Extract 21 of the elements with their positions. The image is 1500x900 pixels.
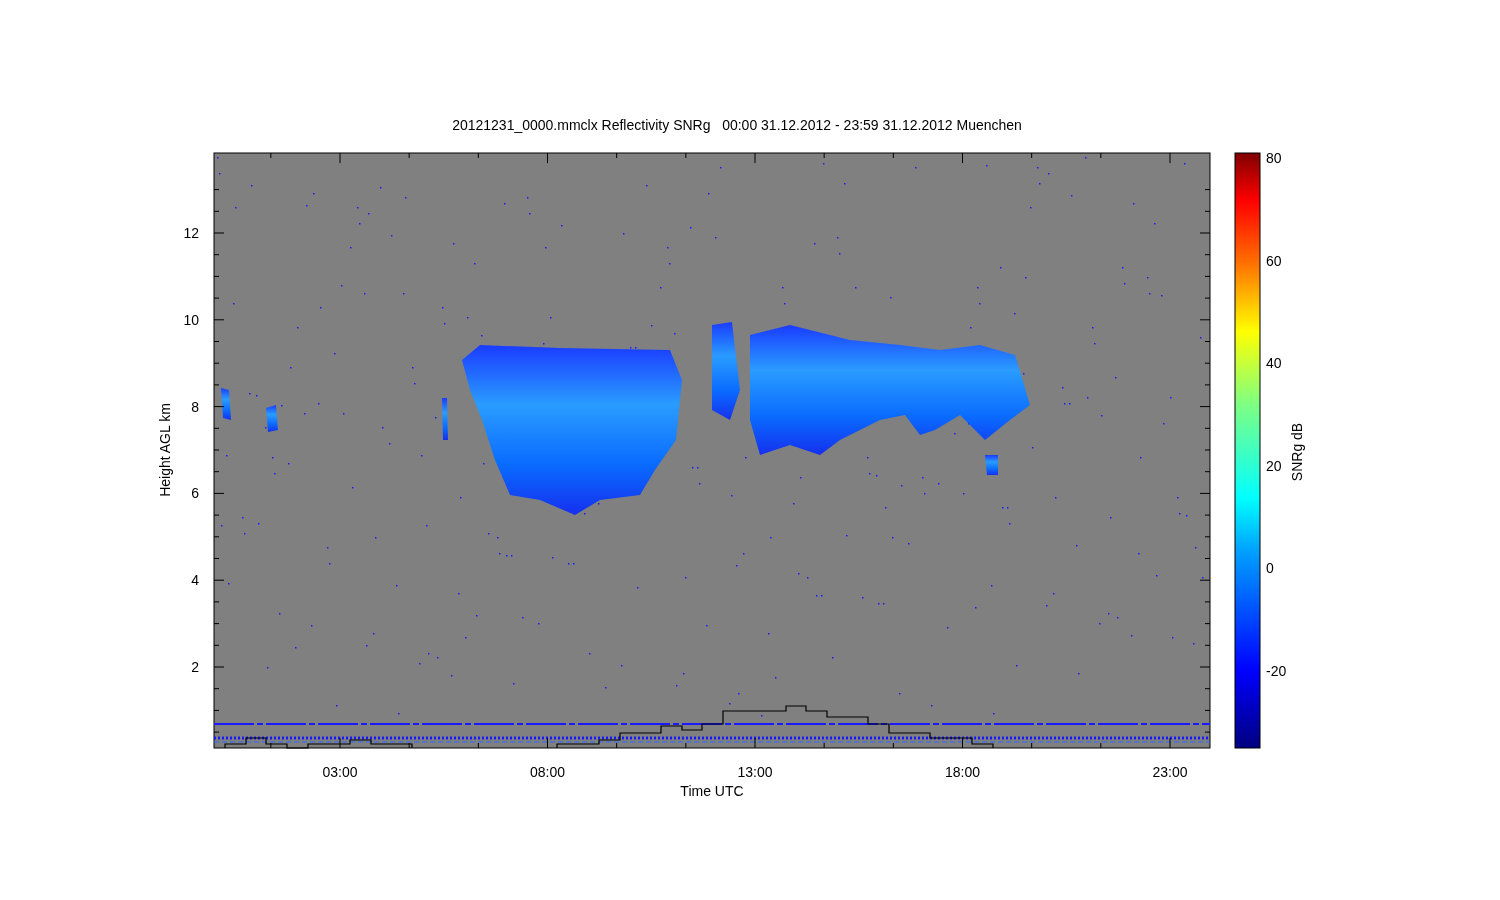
- y-tick-label: 4: [191, 572, 199, 589]
- chart-title: 20121231_0000.mmclx Reflectivity SNRg 00:00 31.12.2012 - 23:59 31.12.2012 Muenchen: [452, 117, 1022, 133]
- colorbar-label: SNRg dB: [1289, 422, 1305, 482]
- colorbar-tick-label: 80: [1266, 150, 1282, 166]
- colorbar-tick-label: 20: [1266, 457, 1282, 474]
- y-tick-label: 10: [183, 311, 199, 328]
- colorbar-tick-label: -20: [1266, 663, 1287, 679]
- y-tick-label: 12: [183, 225, 199, 241]
- y-axis-label: Height AGL km: [157, 403, 173, 497]
- x-tick-label: 23:00: [1152, 764, 1188, 780]
- y-tick-label: 2: [191, 659, 199, 675]
- colorbar-tick-label: 0: [1266, 560, 1274, 577]
- y-tick-label: 6: [191, 485, 199, 502]
- x-tick-label: 13:00: [737, 764, 773, 780]
- x-axis-label: Time UTC: [680, 783, 744, 799]
- x-tick-label: 18:00: [945, 764, 980, 780]
- x-tick-label: 08:00: [530, 764, 565, 780]
- x-tick-label: 03:00: [322, 764, 358, 780]
- y-tick-label: 8: [191, 398, 199, 415]
- colorbar-tick-label: 40: [1266, 355, 1282, 372]
- colorbar-tick-label: 60: [1266, 252, 1282, 269]
